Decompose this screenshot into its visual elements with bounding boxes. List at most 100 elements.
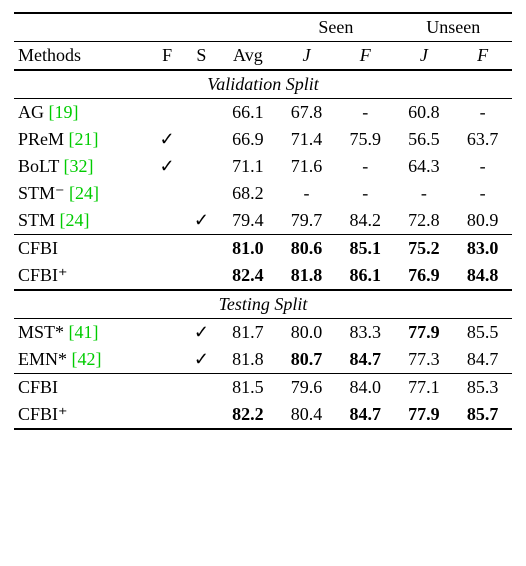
table-row: PReM [21]✓66.971.475.956.563.7: [14, 126, 512, 153]
citation-ref[interactable]: [32]: [64, 156, 94, 176]
table-row: CFBI81.579.684.077.185.3: [14, 374, 512, 401]
cell-seen-j: 81.8: [277, 262, 336, 290]
cell-unseen-f: 85.3: [453, 374, 512, 401]
section-title: Validation Split: [14, 71, 512, 99]
cell-unseen-j: 77.9: [395, 319, 454, 346]
method-name: EMN* [42]: [14, 346, 150, 374]
flag-f: [150, 207, 184, 235]
cell-seen-j: 71.6: [277, 153, 336, 180]
cell-seen-j: 67.8: [277, 99, 336, 126]
flag-f: ✓: [150, 126, 184, 153]
flag-s: [184, 99, 218, 126]
cell-seen-f: 84.0: [336, 374, 395, 401]
flag-f: [150, 346, 184, 374]
cell-seen-j: 80.4: [277, 401, 336, 429]
cell-seen-f: -: [336, 153, 395, 180]
flag-f: [150, 374, 184, 401]
method-name: CFBI: [14, 235, 150, 262]
table-row: EMN* [42]✓81.880.784.777.384.7: [14, 346, 512, 374]
cell-seen-f: 85.1: [336, 235, 395, 262]
method-name: CFBI⁺: [14, 262, 150, 290]
flag-s: [184, 235, 218, 262]
table-row: AG [19]66.167.8-60.8-: [14, 99, 512, 126]
cell-unseen-j: 64.3: [395, 153, 454, 180]
cell-avg: 71.1: [219, 153, 278, 180]
flag-s: [184, 153, 218, 180]
col-unseen-f: F: [453, 42, 512, 70]
col-avg: Avg: [219, 42, 278, 70]
cell-seen-j: 80.0: [277, 319, 336, 346]
citation-ref[interactable]: [24]: [60, 210, 90, 230]
cell-avg: 81.5: [219, 374, 278, 401]
cell-unseen-f: 63.7: [453, 126, 512, 153]
col-methods: Methods: [14, 42, 150, 70]
flag-f: [150, 401, 184, 429]
column-header-row: Methods F S Avg J F J F: [14, 42, 512, 70]
method-name: PReM [21]: [14, 126, 150, 153]
cell-avg: 68.2: [219, 180, 278, 207]
col-seen-j: J: [277, 42, 336, 70]
cell-seen-j: 80.7: [277, 346, 336, 374]
cell-avg: 82.2: [219, 401, 278, 429]
cell-unseen-j: 76.9: [395, 262, 454, 290]
flag-f: ✓: [150, 153, 184, 180]
method-name: STM [24]: [14, 207, 150, 235]
table-row: BoLT [32]✓71.171.6-64.3-: [14, 153, 512, 180]
method-name: STM⁻ [24]: [14, 180, 150, 207]
cell-seen-j: 80.6: [277, 235, 336, 262]
cell-seen-j: 71.4: [277, 126, 336, 153]
cell-seen-j: -: [277, 180, 336, 207]
citation-ref[interactable]: [21]: [69, 129, 99, 149]
cell-unseen-j: 75.2: [395, 235, 454, 262]
cell-unseen-f: 85.5: [453, 319, 512, 346]
method-name: MST* [41]: [14, 319, 150, 346]
citation-ref[interactable]: [19]: [49, 102, 79, 122]
flag-f: [150, 235, 184, 262]
method-name: AG [19]: [14, 99, 150, 126]
cell-avg: 66.9: [219, 126, 278, 153]
cell-unseen-f: 85.7: [453, 401, 512, 429]
cell-unseen-f: 84.7: [453, 346, 512, 374]
flag-s: [184, 126, 218, 153]
cell-unseen-f: 84.8: [453, 262, 512, 290]
cell-unseen-j: 77.9: [395, 401, 454, 429]
flag-f: [150, 262, 184, 290]
flag-f: [150, 319, 184, 346]
flag-f: [150, 99, 184, 126]
method-name: CFBI: [14, 374, 150, 401]
cell-seen-f: 84.7: [336, 401, 395, 429]
cell-avg: 81.0: [219, 235, 278, 262]
section-title: Testing Split: [14, 291, 512, 319]
cell-seen-j: 79.6: [277, 374, 336, 401]
cell-avg: 66.1: [219, 99, 278, 126]
cell-unseen-j: 56.5: [395, 126, 454, 153]
flag-s: ✓: [184, 346, 218, 374]
cell-unseen-j: 77.3: [395, 346, 454, 374]
flag-s: [184, 180, 218, 207]
method-name: BoLT [32]: [14, 153, 150, 180]
flag-s: ✓: [184, 319, 218, 346]
flag-s: [184, 401, 218, 429]
cell-unseen-f: -: [453, 180, 512, 207]
citation-ref[interactable]: [41]: [69, 322, 99, 342]
cell-unseen-f: -: [453, 153, 512, 180]
cell-seen-f: -: [336, 180, 395, 207]
table-row: STM⁻ [24]68.2----: [14, 180, 512, 207]
cell-unseen-j: -: [395, 180, 454, 207]
col-unseen-j: J: [395, 42, 454, 70]
table-row: CFBI⁺82.280.484.777.985.7: [14, 401, 512, 429]
cell-unseen-f: 83.0: [453, 235, 512, 262]
cell-avg: 79.4: [219, 207, 278, 235]
cell-unseen-j: 60.8: [395, 99, 454, 126]
col-seen-f: F: [336, 42, 395, 70]
col-s: S: [184, 42, 218, 70]
cell-seen-f: 86.1: [336, 262, 395, 290]
citation-ref[interactable]: [24]: [69, 183, 99, 203]
cell-avg: 81.8: [219, 346, 278, 374]
cell-unseen-f: -: [453, 99, 512, 126]
cell-seen-f: -: [336, 99, 395, 126]
col-f: F: [150, 42, 184, 70]
group-header-row: Seen Unseen: [14, 14, 512, 42]
cell-seen-f: 84.7: [336, 346, 395, 374]
citation-ref[interactable]: [42]: [72, 349, 102, 369]
